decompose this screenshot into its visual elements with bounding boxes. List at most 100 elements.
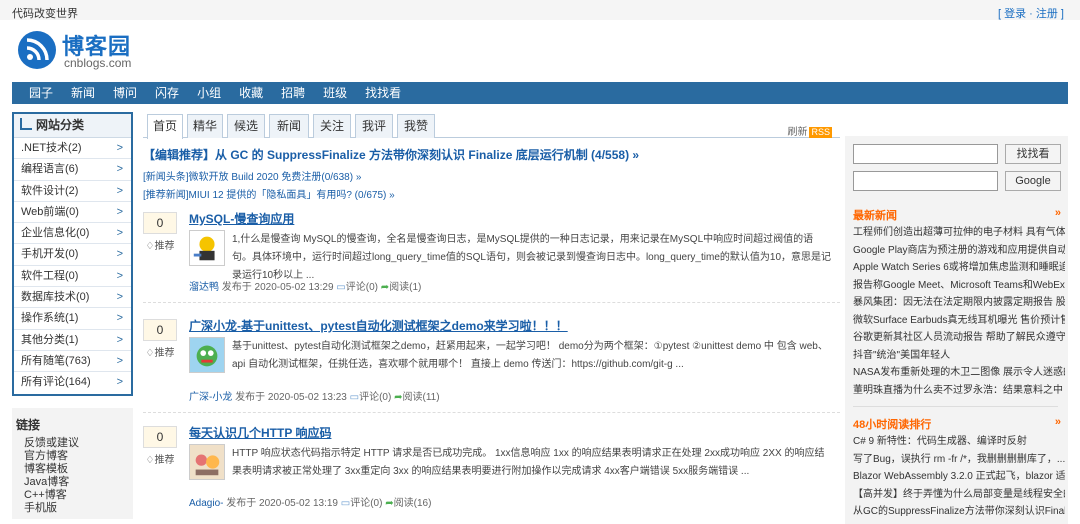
link-item[interactable]: C++博客 (12, 489, 133, 502)
nav-item[interactable]: 博问 (104, 82, 146, 104)
search-button[interactable]: 找找看 (1005, 144, 1061, 164)
category-box: 网站分类 .NET技术(2) > 编程语言(6) > 软件设计(2) > Web前端(… (12, 112, 133, 396)
digg-count[interactable]: 0 (143, 319, 177, 341)
nav-item[interactable]: 新闻 (62, 82, 104, 104)
hot-item[interactable]: Blazor WebAssembly 3.2.0 正式起飞，blazor 适..… (853, 468, 1065, 486)
refresh-link[interactable]: 刷新 (787, 127, 807, 138)
nav-item[interactable]: 闪存 (146, 82, 188, 104)
nav-item[interactable]: 班级 (314, 82, 356, 104)
link-item[interactable]: 手机版 (12, 502, 133, 515)
author-avatar[interactable] (189, 444, 225, 480)
google-search-input[interactable] (853, 171, 998, 191)
comment-icon: ▭ (336, 282, 346, 293)
category-item[interactable]: 所有评论(164) > (14, 372, 131, 394)
category-header: 网站分类 (14, 114, 131, 138)
more-link[interactable]: » (1055, 207, 1061, 219)
recommended-news[interactable]: [推荐新闻]MIUI 12 提供的「隐私面具」有用吗? (0/675) » (143, 186, 395, 201)
nav-item[interactable]: 园子 (12, 82, 62, 104)
category-item[interactable]: 所有随笔(763) > (14, 350, 131, 373)
divider (853, 406, 1058, 407)
hot-item[interactable]: 【高并发】终于弄懂为什么局部变量是线程安全的... (853, 486, 1065, 504)
post-title[interactable]: 每天认识几个HTTP 响应码 (189, 424, 331, 441)
tab-my-likes[interactable]: 我赞 (397, 114, 435, 138)
category-item[interactable]: 其他分类(1) > (14, 329, 131, 351)
comment-count[interactable]: 评论(0) (359, 392, 391, 403)
category-item[interactable]: 数据库技术(0) > (14, 287, 131, 309)
news-item[interactable]: 董明珠直播为什么卖不过罗永浩：结果意料之中 (853, 382, 1065, 400)
link-item[interactable]: 反馈或建议 (12, 437, 133, 450)
author-avatar[interactable] (189, 230, 225, 266)
page: 代码改变世界 [ 登录 · 注册 ] 博客园 cnblogs.com 园子 新闻博… (0, 0, 1080, 524)
category-item[interactable]: 手机开发(0) > (14, 244, 131, 266)
nav-item[interactable]: 找找看 (356, 82, 410, 104)
category-item[interactable]: .NET技术(2) > (14, 138, 131, 160)
read-count[interactable]: 阅读(1) (389, 282, 421, 293)
divider (143, 412, 840, 413)
chevron-right-icon: > (116, 227, 123, 240)
news-item[interactable]: 报告称Google Meet、Microsoft Teams和WebEx... (853, 277, 1065, 295)
post-author[interactable]: 广深-小龙 (189, 392, 232, 403)
nav-item[interactable]: 收藏 (230, 82, 272, 104)
rss-icon[interactable]: RSS (809, 127, 832, 138)
category-item[interactable]: 编程语言(6) > (14, 159, 131, 181)
recommend-button[interactable]: ♢推荐 (143, 237, 177, 252)
news-item[interactable]: Apple Watch Series 6或将增加焦虑监测和睡眠追... (853, 259, 1065, 277)
comment-count[interactable]: 评论(0) (346, 282, 378, 293)
category-item[interactable]: Web前端(0) > (14, 201, 131, 224)
register-link[interactable]: 注册 (1036, 8, 1058, 20)
hot-item[interactable]: 写了Bug，误执行 rm -fr /*，我删删删删库了，... (853, 451, 1065, 469)
recommend-button[interactable]: ♢推荐 (143, 344, 177, 359)
hot-item[interactable]: C# 9 新特性：代码生成器、编译时反射 (853, 433, 1065, 451)
latest-news-header: 最新新闻» (853, 207, 1061, 222)
nav-item[interactable]: 小组 (188, 82, 230, 104)
post-author[interactable]: 溜达鸭 (189, 282, 219, 293)
tab-following[interactable]: 关注 (313, 114, 351, 138)
hot-48h: 48小时阅读排行» C# 9 新特性：代码生成器、编译时反射 写了Bug，误执行… (853, 416, 1065, 521)
tab-candidate[interactable]: 候选 (227, 114, 265, 138)
tab-my-comments[interactable]: 我评 (355, 114, 393, 138)
chevron-right-icon: > (116, 269, 123, 282)
post-title[interactable]: 广深小龙-基于unittest、pytest自动化测试框架之demo来学习啦！！… (189, 317, 568, 334)
link-item[interactable]: 官方博客 (12, 450, 133, 463)
category-item[interactable]: 软件工程(0) > (14, 265, 131, 288)
post-summary: 1,什么是慢查询 MySQL的慢查询，全名是慢查询日志，是MySQL提供的一种日… (232, 234, 832, 281)
recommend-button[interactable]: ♢推荐 (143, 451, 177, 466)
chevron-right-icon: > (116, 163, 123, 176)
post-list-area: 首页 精华 候选 新闻 关注 我评 我赞 刷新 RSS 【编辑推荐】从 GC 的 … (143, 112, 840, 524)
google-search-button[interactable]: Google (1005, 171, 1061, 191)
link-item[interactable]: 博客模板 (12, 463, 133, 476)
editor-recommend-headline[interactable]: 【编辑推荐】从 GC 的 SuppressFinalize 方法带你深刻认识 F… (143, 146, 639, 163)
news-item[interactable]: 工程师们创造出超薄可拉伸的电子材料 具有气体渗... (853, 224, 1065, 242)
top-strip: 代码改变世界 [ 登录 · 注册 ] (0, 0, 1080, 20)
read-count[interactable]: 阅读(16) (394, 498, 432, 509)
more-link[interactable]: » (1055, 416, 1061, 428)
read-count[interactable]: 阅读(11) (403, 392, 440, 403)
nav-item[interactable]: 招聘 (272, 82, 314, 104)
category-item[interactable]: 企业信息化(0) > (14, 223, 131, 245)
comment-count[interactable]: 评论(0) (350, 498, 382, 509)
post-title[interactable]: MySQL-慢查询应用 (189, 210, 294, 227)
news-item[interactable]: 谷歌更新其社区人员流动报告 帮助了解民众遵守封... (853, 329, 1065, 347)
digg-count[interactable]: 0 (143, 212, 177, 234)
category-item[interactable]: 软件设计(2) > (14, 180, 131, 202)
refresh-area: 刷新 RSS (787, 123, 832, 138)
digg-count[interactable]: 0 (143, 426, 177, 448)
tab-featured[interactable]: 精华 (187, 114, 223, 138)
tab-news[interactable]: 新闻 (269, 114, 309, 138)
site-search-input[interactable] (853, 144, 998, 164)
news-item[interactable]: NASA发布重新处理的木卫二图像 展示令人迷惑的... (853, 364, 1065, 382)
news-item[interactable]: 微软Surface Earbuds真无线耳机曝光 售价预计售... (853, 312, 1065, 330)
news-item[interactable]: 抖音"统治"美国年轻人 (853, 347, 1065, 365)
news-headline[interactable]: [新闻头条]微软开放 Build 2020 免费注册(0/638) » (143, 168, 361, 183)
news-item[interactable]: 暴风集团：因无法在法定期限内披露定期报告 股票... (853, 294, 1065, 312)
rss-wifi-icon[interactable] (17, 30, 57, 70)
login-link[interactable]: 登录 (1004, 8, 1026, 20)
post-author[interactable]: Adagio- (189, 498, 223, 509)
hot-item[interactable]: 从GC的SuppressFinalize方法带你深刻认识Finaliz... (853, 503, 1065, 521)
link-item[interactable]: Java博客 (12, 476, 133, 489)
category-item[interactable]: 操作系统(1) > (14, 308, 131, 330)
left-sidebar: 网站分类 .NET技术(2) > 编程语言(6) > 软件设计(2) > Web前端(… (12, 112, 134, 519)
tab-home[interactable]: 首页 (147, 114, 183, 139)
news-item[interactable]: Google Play商店为预注册的游戏和应用提供自动... (853, 242, 1065, 260)
author-avatar[interactable] (189, 337, 225, 373)
